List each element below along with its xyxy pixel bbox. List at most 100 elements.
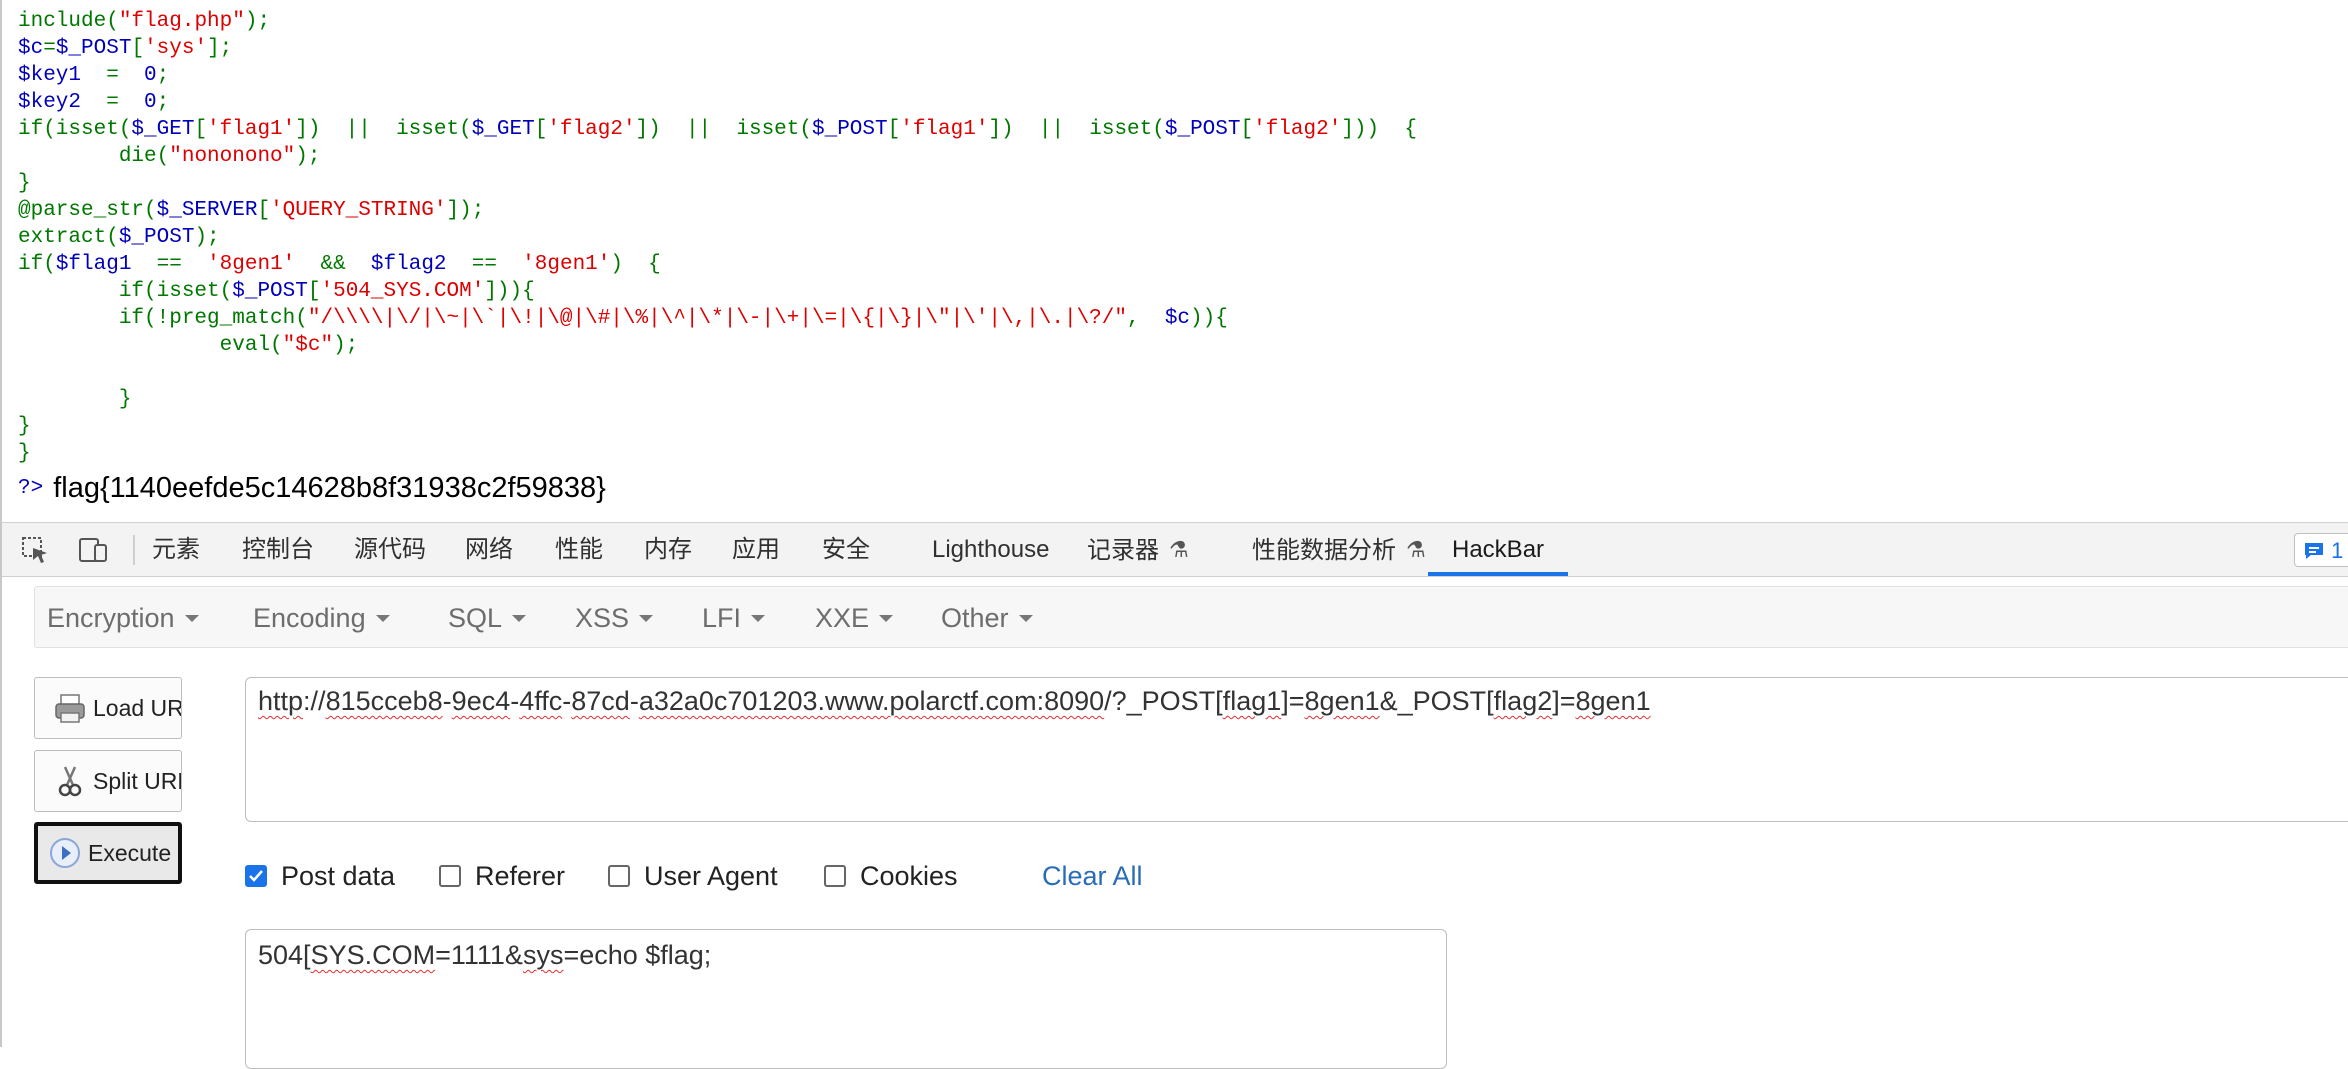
code-token: '504_SYS.COM'	[320, 280, 485, 303]
code-line: eval("$c");	[18, 332, 1417, 359]
code-token: }	[18, 442, 31, 465]
option-user-agent[interactable]: User Agent	[608, 857, 778, 895]
code-token: $key2	[18, 91, 107, 114]
checkbox[interactable]	[608, 865, 630, 887]
url-textarea[interactable]: http://815cceb8-9ec4-4ffc-87cd-a32a0c701…	[245, 677, 2348, 822]
tab-label: 性能数据分析	[1252, 537, 1396, 564]
tab-devtools-7[interactable]: 安全	[822, 523, 870, 576]
option-post-data[interactable]: Post data	[245, 857, 395, 895]
issues-count: 1	[2331, 538, 2344, 563]
code-token: )){	[1190, 307, 1228, 330]
code-token: 'flag1'	[207, 118, 296, 141]
code-token: @parse_str(	[18, 199, 157, 222]
issues-badge[interactable]: 1	[2294, 533, 2348, 567]
code-token: "flag.php"	[118, 10, 245, 33]
caret-down-icon	[512, 615, 527, 622]
code-line: if($flag1 == '8gen1' && $flag2 == '8gen1…	[18, 251, 1417, 278]
menu-xxe[interactable]: XXE	[815, 587, 894, 649]
tab-devtools-6[interactable]: 应用	[732, 523, 780, 576]
menu-sql[interactable]: SQL	[448, 587, 527, 649]
tab-label: 元素	[152, 536, 200, 563]
menu-xss[interactable]: XSS	[575, 587, 654, 649]
code-token: ];	[207, 37, 233, 60]
code-token: '8gen1'	[207, 253, 321, 276]
clear-all-link[interactable]: Clear All	[1042, 857, 1143, 895]
message-icon	[2305, 543, 2323, 559]
option-label: Post data	[281, 860, 396, 891]
tab-label: 安全	[822, 536, 870, 563]
code-token: );	[295, 145, 321, 168]
code-line: if(!preg_match("/\\\\|\/|\~|\`|\!|\@|\#|…	[18, 305, 1417, 332]
checkbox[interactable]	[439, 865, 461, 887]
split-url-label: Split URL	[93, 767, 182, 794]
code-token: =	[43, 37, 56, 60]
tab-hackbar[interactable]: HackBar	[1428, 523, 1569, 576]
menu-encryption[interactable]: Encryption	[47, 587, 199, 649]
tab-label: 控制台	[242, 536, 314, 563]
menu-other[interactable]: Other	[941, 587, 1033, 649]
code-token: ])){	[484, 280, 535, 303]
text-segment: ]=	[1281, 686, 1305, 716]
text-segment: 87cd	[571, 686, 630, 716]
text-segment: sys	[522, 940, 564, 970]
tab-devtools-3[interactable]: 网络	[465, 523, 513, 576]
code-token: 'flag2'	[1253, 118, 1342, 141]
checkbox[interactable]	[245, 865, 267, 887]
inspect-element-icon[interactable]	[20, 535, 50, 565]
tab-label: 源代码	[354, 536, 426, 563]
code-token: ;	[156, 91, 170, 114]
checkbox[interactable]	[824, 865, 846, 887]
option-cookies[interactable]: Cookies	[824, 857, 958, 895]
code-token: &&	[320, 253, 371, 276]
text-segment: -	[442, 686, 452, 716]
load-url-button[interactable]: Load URL	[34, 677, 182, 739]
experiment-flask-icon: ⚗	[1406, 537, 1426, 562]
code-token: $_POST	[55, 37, 132, 60]
text-segment: 504[	[258, 940, 311, 970]
code-token: if(isset(	[18, 118, 132, 141]
tab-devtools-0[interactable]: 元素	[152, 523, 200, 576]
code-token: [	[257, 199, 271, 222]
option-referer[interactable]: Referer	[439, 857, 565, 895]
tab-devtools-1[interactable]: 控制台	[242, 523, 314, 576]
text-segment: 8gen1	[1575, 686, 1651, 716]
code-token: }	[18, 388, 132, 411]
post-data-textarea[interactable]: 504[SYS.COM=1111&sys=echo $flag;	[245, 929, 1447, 1069]
tab-devtools-2[interactable]: 源代码	[354, 523, 426, 576]
tab-devtools-5[interactable]: 内存	[644, 523, 692, 576]
code-line: }	[18, 440, 1417, 467]
code-token: "$c"	[282, 334, 334, 357]
code-token: $c	[18, 37, 44, 60]
code-token: =	[106, 91, 145, 114]
menu-encoding[interactable]: Encoding	[253, 587, 390, 649]
code-line: }	[18, 413, 1417, 440]
code-line: @parse_str($_SERVER['QUERY_STRING']);	[18, 197, 1417, 224]
tab-devtools-10[interactable]: 性能数据分析 ⚗	[1252, 523, 1426, 576]
text-segment: 9ec4	[451, 686, 511, 716]
split-url-button[interactable]: Split URL	[34, 750, 182, 812]
code-token: 0	[144, 91, 157, 114]
tab-devtools-4[interactable]: 性能	[555, 523, 603, 576]
code-token: ]);	[446, 199, 485, 222]
tab-label: 应用	[732, 536, 780, 563]
devtools-toolbar: 元素 控制台 源代码 网络 性能 内存 应用 安全 Lighthouse 记录器 ⚗ 性能数据分析 ⚗ H…	[2, 522, 2348, 577]
code-token: }	[18, 415, 31, 438]
text-segment: -	[562, 686, 572, 716]
code-token: include(	[18, 10, 119, 33]
tab-devtools-9[interactable]: 记录器 ⚗	[1087, 523, 1189, 576]
code-token: ==	[156, 253, 208, 276]
menu-label: Encryption	[47, 603, 175, 633]
tab-devtools-8[interactable]: Lighthouse	[932, 523, 1049, 576]
menu-label: XSS	[575, 603, 630, 633]
post-data-text: 504[SYS.COM=1111&sys=echo $flag;	[258, 940, 711, 971]
device-toggle-icon[interactable]	[78, 535, 108, 565]
execute-button[interactable]: Execute	[32, 820, 184, 886]
menu-lfi[interactable]: LFI	[702, 587, 766, 649]
text-segment: a32a0c701203.www.polarctf.com:8090	[638, 686, 1105, 716]
code-token: [	[887, 118, 901, 141]
code-token: $_GET	[131, 118, 195, 141]
caret-down-icon	[751, 615, 766, 622]
caret-down-icon	[879, 615, 894, 622]
code-token: ])) {	[1341, 118, 1417, 141]
